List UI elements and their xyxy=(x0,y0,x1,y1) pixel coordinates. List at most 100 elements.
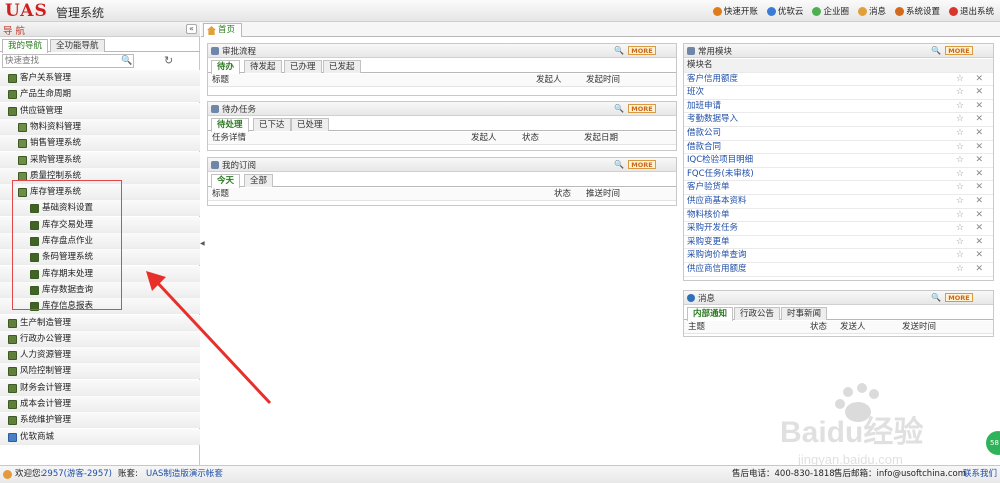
module-link[interactable]: 考勤数据导入 xyxy=(687,113,738,126)
nav-item[interactable]: 采购管理系统 xyxy=(0,151,200,168)
close-icon[interactable]: ✕ xyxy=(975,73,983,86)
module-link[interactable]: 采购变更单 xyxy=(687,236,730,249)
module-link[interactable]: 班次 xyxy=(687,86,704,99)
tab-todo[interactable]: 待办 xyxy=(211,60,241,74)
close-icon[interactable]: ✕ xyxy=(975,195,983,208)
star-icon[interactable]: ☆ xyxy=(956,100,964,113)
star-icon[interactable]: ☆ xyxy=(956,141,964,154)
close-icon[interactable]: ✕ xyxy=(975,209,983,222)
header-link-4[interactable]: 系统设置 xyxy=(894,5,940,17)
close-icon[interactable]: ✕ xyxy=(975,249,983,262)
more-button[interactable]: MORE xyxy=(628,160,656,169)
collapse-sidebar-button[interactable]: « xyxy=(186,24,197,34)
search-icon[interactable]: 🔍 xyxy=(931,46,941,55)
search-icon[interactable]: 🔍 xyxy=(614,160,624,169)
nav-item[interactable]: 产品生命周期 xyxy=(0,86,200,103)
module-link[interactable]: 供应商基本资料 xyxy=(687,195,747,208)
star-icon[interactable]: ☆ xyxy=(956,127,964,140)
star-icon[interactable]: ☆ xyxy=(956,195,964,208)
close-icon[interactable]: ✕ xyxy=(975,236,983,249)
tab-news[interactable]: 时事新闻 xyxy=(781,307,828,320)
search-icon[interactable]: 🔍 xyxy=(121,56,132,66)
module-link[interactable]: 加班申请 xyxy=(687,100,721,113)
floating-green-button[interactable]: 58 xyxy=(986,431,1000,455)
close-icon[interactable]: ✕ xyxy=(975,263,983,276)
module-link[interactable]: 借款公司 xyxy=(687,127,721,140)
close-icon[interactable]: ✕ xyxy=(975,86,983,99)
star-icon[interactable]: ☆ xyxy=(956,154,964,167)
header-link-0[interactable]: 快速开账 xyxy=(712,5,758,17)
account-name[interactable]: UAS制造版演示帐套 xyxy=(146,466,223,483)
star-icon[interactable]: ☆ xyxy=(956,113,964,126)
tab-today[interactable]: 今天 xyxy=(211,174,241,188)
nav-item[interactable]: 物料资料管理 xyxy=(0,118,200,135)
nav-item[interactable]: 系统维护管理 xyxy=(0,412,200,429)
module-link[interactable]: IQC检验项目明细 xyxy=(687,154,753,167)
tab-to-initiate[interactable]: 待发起 xyxy=(244,60,282,73)
tab-processed[interactable]: 已处理 xyxy=(291,118,329,131)
tab-internal-notice[interactable]: 内部通知 xyxy=(687,307,734,321)
module-link[interactable]: FQC任务(未审核) xyxy=(687,168,754,181)
nav-item-label: 采购管理系统 xyxy=(30,154,82,165)
contact-us-link[interactable]: 联系我们 xyxy=(963,466,997,483)
nav-item-label: 成本会计管理 xyxy=(20,399,72,409)
header-link-1[interactable]: 优软云 xyxy=(766,5,803,17)
search-icon[interactable]: 🔍 xyxy=(931,293,941,302)
col-push-time: 推送时间 xyxy=(586,189,621,199)
more-button[interactable]: MORE xyxy=(628,104,656,113)
star-icon[interactable]: ☆ xyxy=(956,73,964,86)
tab-issued[interactable]: 已下达 xyxy=(253,118,291,131)
nav-item[interactable]: 供应链管理 xyxy=(0,102,200,119)
star-icon[interactable]: ☆ xyxy=(956,209,964,222)
tab-handled[interactable]: 已办理 xyxy=(284,60,322,73)
nav-item[interactable]: 销售管理系统 xyxy=(0,135,200,152)
close-icon[interactable]: ✕ xyxy=(975,113,983,126)
more-button[interactable]: MORE xyxy=(945,293,973,302)
module-link[interactable]: 采购询价单查询 xyxy=(687,249,747,262)
star-icon[interactable]: ☆ xyxy=(956,168,964,181)
star-icon[interactable]: ☆ xyxy=(956,249,964,262)
nav-item[interactable]: 优软商城 xyxy=(0,428,200,445)
refresh-icon[interactable]: ↻ xyxy=(164,54,173,67)
star-icon[interactable]: ☆ xyxy=(956,181,964,194)
module-link[interactable]: 客户信用额度 xyxy=(687,73,738,86)
close-icon[interactable]: ✕ xyxy=(975,127,983,140)
close-icon[interactable]: ✕ xyxy=(975,168,983,181)
header-links: 快速开账 优软云 企业圈 消息 系统设置 退出系统 xyxy=(712,5,994,17)
close-icon[interactable]: ✕ xyxy=(975,100,983,113)
tab-pending[interactable]: 待处理 xyxy=(211,118,249,132)
splitter-handle[interactable]: ◀ xyxy=(200,240,205,248)
header-link-2[interactable]: 企业圈 xyxy=(812,5,849,17)
nav-item-label: 优软商城 xyxy=(20,431,55,442)
star-icon[interactable]: ☆ xyxy=(956,263,964,276)
more-button[interactable]: MORE xyxy=(628,46,656,55)
tab-my-nav[interactable]: 我的导航 xyxy=(2,39,49,53)
module-link[interactable]: 物料核价单 xyxy=(687,209,730,222)
tab-full-nav[interactable]: 全功能导航 xyxy=(50,39,105,52)
tab-all[interactable]: 全部 xyxy=(244,174,274,187)
close-icon[interactable]: ✕ xyxy=(975,154,983,167)
close-icon[interactable]: ✕ xyxy=(975,222,983,235)
nav-item[interactable]: 客户关系管理 xyxy=(0,70,200,86)
search-icon[interactable]: 🔍 xyxy=(614,46,624,55)
module-row: 采购开发任务 ☆ ✕ xyxy=(684,222,993,236)
tab-home[interactable]: 首页 xyxy=(203,23,243,37)
quick-search-input[interactable] xyxy=(3,55,119,67)
module-link[interactable]: 借款合同 xyxy=(687,141,721,154)
close-icon[interactable]: ✕ xyxy=(975,141,983,154)
module-link[interactable]: 供应商信用额度 xyxy=(687,263,747,276)
module-link[interactable]: 采购开发任务 xyxy=(687,222,738,235)
username[interactable]: 2957(游客-2957) xyxy=(42,466,112,483)
more-button[interactable]: MORE xyxy=(945,46,973,55)
star-icon[interactable]: ☆ xyxy=(956,86,964,99)
star-icon[interactable]: ☆ xyxy=(956,236,964,249)
col-time: 发起时间 xyxy=(586,75,621,85)
close-icon[interactable]: ✕ xyxy=(975,181,983,194)
tab-initiated[interactable]: 已发起 xyxy=(323,60,361,73)
search-icon[interactable]: 🔍 xyxy=(614,104,624,113)
tab-admin-notice[interactable]: 行政公告 xyxy=(734,307,781,320)
header-link-5[interactable]: 退出系统 xyxy=(948,5,994,17)
star-icon[interactable]: ☆ xyxy=(956,222,964,235)
header-link-3[interactable]: 消息 xyxy=(857,5,886,17)
module-link[interactable]: 客户验货单 xyxy=(687,181,730,194)
